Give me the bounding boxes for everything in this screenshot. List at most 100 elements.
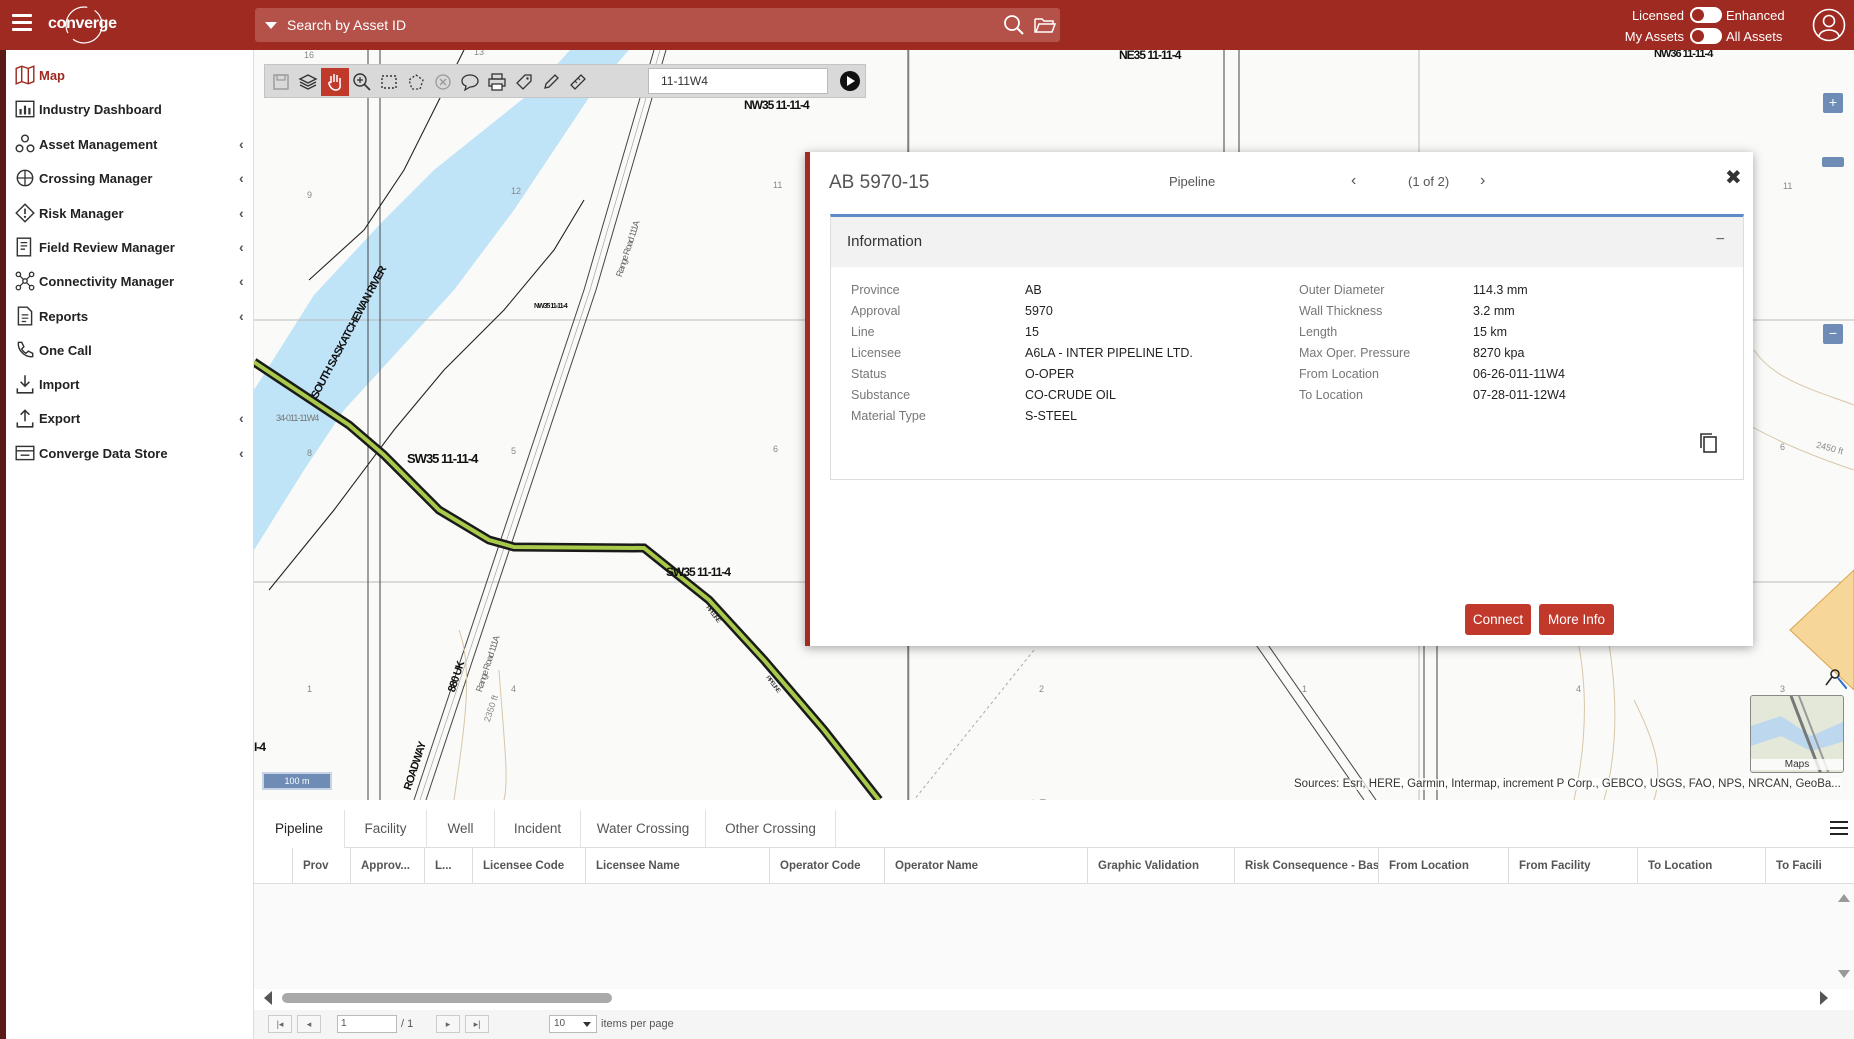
zoom-in-icon[interactable] [348, 68, 376, 96]
location-pin-icon[interactable] [1823, 665, 1847, 689]
info-row: Status O-OPER [851, 367, 1211, 388]
info-value: 8270 kpa [1473, 346, 1525, 360]
hamburger-menu-icon[interactable] [12, 14, 32, 32]
items-per-page-label: items per page [601, 1018, 674, 1030]
tab-well[interactable]: Well [427, 810, 495, 848]
tab-other-crossing[interactable]: Other Crossing [706, 810, 836, 848]
play-go-icon[interactable] [840, 71, 860, 91]
tab-pipeline[interactable]: Pipeline [254, 810, 345, 848]
sidebar-item-asset-management[interactable]: Asset Management ‹ [6, 125, 254, 163]
column-header[interactable]: From Facility [1508, 848, 1637, 884]
column-header[interactable]: Licensee Name [585, 848, 769, 884]
folder-open-icon[interactable] [1034, 15, 1056, 35]
zoom-in-button[interactable]: + [1823, 93, 1843, 113]
chevron-left-icon[interactable]: ‹ [239, 308, 244, 324]
draw-pencil-icon[interactable] [537, 68, 565, 96]
save-icon[interactable] [267, 68, 295, 96]
sidebar-item-industry-dashboard[interactable]: Industry Dashboard [6, 90, 254, 128]
info-key: Licensee [851, 346, 902, 360]
collapse-icon[interactable]: − [1716, 231, 1725, 249]
chevron-left-icon[interactable]: ‹ [239, 136, 244, 152]
sidebar-item-converge-data-store[interactable]: Converge Data Store ‹ [6, 434, 254, 472]
next-page-button[interactable]: ▸ [436, 1015, 460, 1033]
scroll-left-icon[interactable] [264, 991, 272, 1005]
copy-icon[interactable] [1697, 431, 1719, 455]
prev-page-button[interactable]: ◂ [297, 1015, 321, 1033]
chevron-left-icon[interactable]: ‹ [239, 170, 244, 186]
zoom-slider-handle[interactable] [1822, 157, 1844, 167]
chevron-left-icon[interactable]: ‹ [239, 239, 244, 255]
info-row: Approval 5970 [851, 304, 1211, 325]
popup-prev-button[interactable]: ‹ [1351, 172, 1356, 190]
select-column[interactable] [254, 848, 292, 884]
layers-icon[interactable] [294, 68, 322, 96]
sidebar-item-reports[interactable]: Reports ‹ [6, 297, 254, 335]
rectangle-select-icon[interactable] [375, 68, 403, 96]
column-header[interactable]: Operator Name [884, 848, 1087, 884]
popup-record-count: (1 of 2) [1408, 174, 1450, 189]
search-input[interactable]: Search by Asset ID [287, 17, 406, 33]
pan-hand-icon[interactable] [321, 68, 349, 96]
chevron-left-icon[interactable]: ‹ [239, 273, 244, 289]
last-page-button[interactable]: ▸| [465, 1015, 489, 1033]
polygon-select-icon[interactable] [402, 68, 430, 96]
column-header[interactable]: Licensee Code [472, 848, 585, 884]
search-bar[interactable]: Search by Asset ID [255, 8, 1060, 42]
sidebar-item-connectivity-manager[interactable]: Connectivity Manager ‹ [6, 262, 254, 300]
connect-button[interactable]: Connect [1465, 604, 1531, 635]
measure-ruler-icon[interactable] [564, 68, 592, 96]
scroll-right-icon[interactable] [1820, 991, 1828, 1005]
column-header[interactable]: From Location [1378, 848, 1508, 884]
sidebar-item-export[interactable]: Export ‹ [6, 399, 254, 437]
first-page-button[interactable]: |◂ [268, 1015, 292, 1033]
chevron-left-icon[interactable]: ‹ [239, 445, 244, 461]
sidebar-item-import[interactable]: Import [6, 365, 254, 403]
column-header[interactable]: Approv... [350, 848, 424, 884]
search-type-dropdown-icon[interactable] [265, 22, 277, 29]
close-icon[interactable]: ✖ [1725, 165, 1742, 190]
print-icon[interactable] [483, 68, 511, 96]
comment-icon[interactable] [456, 68, 484, 96]
my-all-assets-toggle[interactable] [1690, 28, 1722, 44]
info-row: Length 15 km [1299, 325, 1659, 346]
column-header[interactable]: L... [424, 848, 472, 884]
user-avatar-icon[interactable] [1812, 8, 1846, 42]
column-header[interactable]: Operator Code [769, 848, 884, 884]
chevron-left-icon[interactable]: ‹ [239, 205, 244, 221]
tag-icon[interactable] [510, 68, 538, 96]
scroll-down-icon[interactable] [1838, 970, 1850, 978]
column-header[interactable]: To Location [1637, 848, 1765, 884]
sidebar-item-risk-manager[interactable]: Risk Manager ‹ [6, 194, 254, 232]
information-header[interactable]: Information − [831, 217, 1743, 267]
column-header[interactable]: Prov [292, 848, 350, 884]
tab-incident[interactable]: Incident [495, 810, 581, 848]
page-input[interactable]: 1 [337, 1015, 397, 1033]
sidebar-item-one-call[interactable]: One Call [6, 331, 254, 369]
items-per-page-select[interactable]: 10 [549, 1015, 597, 1033]
map-icon [15, 65, 35, 85]
column-header[interactable]: Graphic Validation [1087, 848, 1234, 884]
data-store-icon [15, 445, 35, 461]
licensed-enhanced-toggle[interactable] [1690, 7, 1722, 23]
search-icon[interactable] [1003, 14, 1025, 36]
more-info-button[interactable]: More Info [1539, 604, 1614, 635]
crossing-icon [16, 169, 34, 187]
tab-water-crossing[interactable]: Water Crossing [581, 810, 706, 848]
grid-menu-icon[interactable] [1830, 820, 1848, 836]
tab-facility[interactable]: Facility [345, 810, 427, 848]
chevron-left-icon[interactable]: ‹ [239, 410, 244, 426]
basemap-gallery-button[interactable]: Maps [1750, 695, 1844, 773]
horizontal-scrollbar[interactable] [282, 993, 612, 1003]
popup-next-button[interactable]: › [1480, 172, 1485, 190]
sidebar-item-map[interactable]: Map [6, 56, 254, 94]
location-input[interactable]: 11-11W4 [648, 68, 828, 94]
import-icon [16, 375, 34, 394]
column-header[interactable]: Risk Consequence - Base... [1234, 848, 1378, 884]
info-row: From Location 06-26-011-11W4 [1299, 367, 1659, 388]
scroll-up-icon[interactable] [1838, 894, 1850, 902]
column-header[interactable]: To Facili [1765, 848, 1854, 884]
sidebar-item-field-review-manager[interactable]: Field Review Manager ‹ [6, 228, 254, 266]
zoom-out-button[interactable]: − [1823, 324, 1843, 344]
sidebar-item-crossing-manager[interactable]: Crossing Manager ‹ [6, 159, 254, 197]
clear-selection-icon[interactable] [429, 68, 457, 96]
